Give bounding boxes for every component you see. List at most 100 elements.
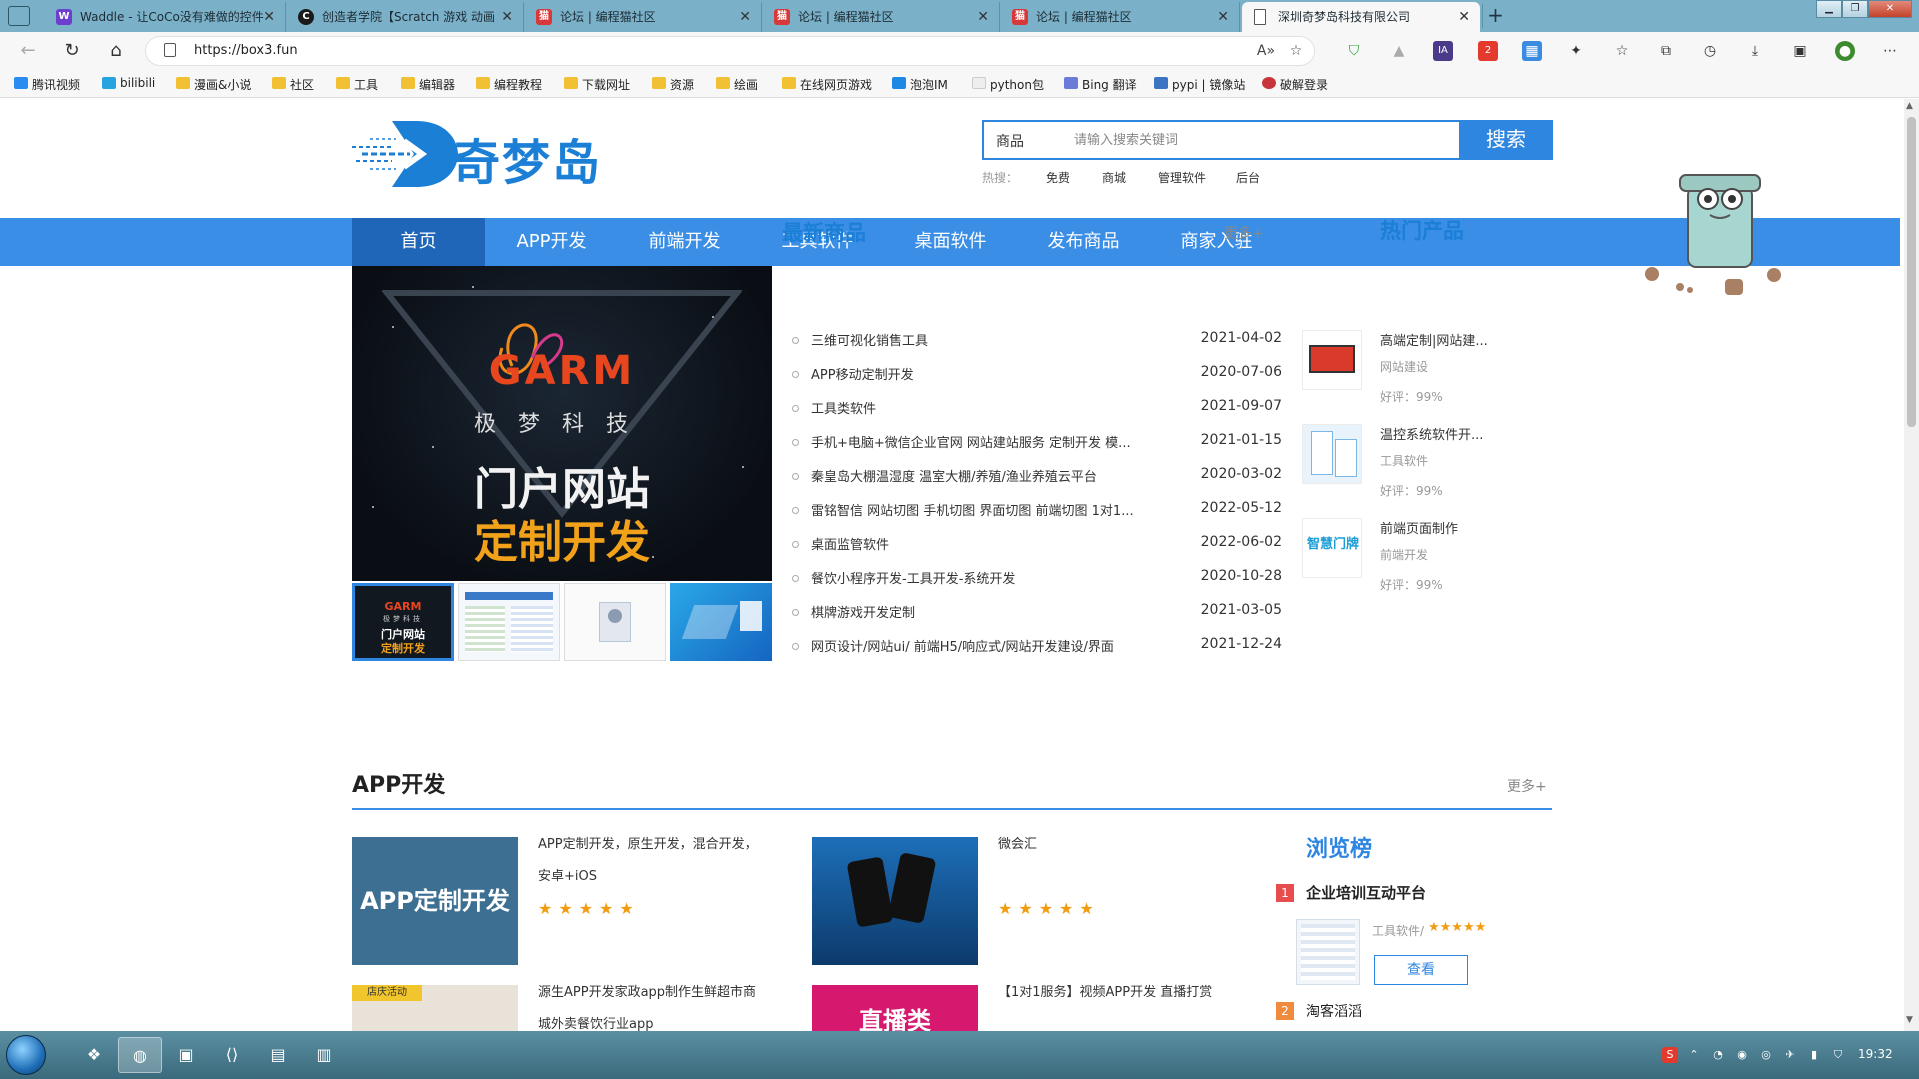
tab-forum-1[interactable]: 猫 论坛 | 编程猫社区 ✕ — [524, 2, 762, 32]
list-item[interactable]: 餐饮小程序开发-工具开发-系统开发 2020-10-28 — [792, 568, 1282, 596]
rank-item-name[interactable]: 淘客滔滔 — [1306, 1001, 1362, 1021]
bookmark-item[interactable]: pypi | 镜像站 — [1154, 76, 1245, 93]
history-icon[interactable]: ◷ — [1700, 41, 1720, 61]
app-d-icon[interactable]: ▤ — [256, 1037, 300, 1073]
url-text[interactable]: https://box3.fun — [194, 43, 298, 58]
sogou-ime-icon[interactable]: S — [1662, 1047, 1678, 1063]
hot-search-link[interactable]: 商城 — [1102, 169, 1126, 186]
maximize-button[interactable]: ❐ — [1842, 0, 1868, 18]
search-input[interactable] — [1074, 122, 1459, 158]
tab-actions-icon[interactable] — [8, 6, 30, 26]
close-icon[interactable]: ✕ — [501, 2, 513, 32]
download-icon[interactable]: ⤓ — [1745, 41, 1765, 61]
nav-app-dev[interactable]: APP开发 — [485, 218, 618, 266]
card-image[interactable] — [812, 837, 978, 965]
app-icon[interactable]: ▥ — [302, 1037, 346, 1073]
list-item[interactable]: 工具类软件 2021-09-07 — [792, 398, 1282, 426]
search-button[interactable]: 搜索 — [1459, 120, 1553, 160]
rank-item-name[interactable]: 企业培训互动平台 — [1306, 882, 1426, 903]
bookmark-item[interactable]: 破解登录 — [1262, 76, 1328, 93]
hot-product-item[interactable]: 智慧门牌 前端页面制作 前端开发 好评：99% — [1302, 518, 1552, 612]
close-icon[interactable]: ✕ — [1458, 2, 1470, 32]
hot-product-item[interactable]: 高端定制|网站建... 网站建设 好评：99% — [1302, 330, 1552, 424]
hot-search-link[interactable]: 管理软件 — [1158, 169, 1206, 186]
nav-frontend[interactable]: 前端开发 — [618, 218, 751, 266]
trash-can-mascot-icon[interactable] — [1640, 159, 1800, 299]
nav-desktop[interactable]: 桌面软件 — [884, 218, 1017, 266]
explorer-icon[interactable]: ❖ — [72, 1037, 116, 1073]
list-item[interactable]: APP移动定制开发 2020-07-06 — [792, 364, 1282, 392]
start-button[interactable] — [6, 1035, 46, 1075]
bookmark-item[interactable]: bilibili — [102, 76, 155, 90]
tab-forum-2[interactable]: 猫 论坛 | 编程猫社区 ✕ — [762, 2, 1000, 32]
close-icon[interactable]: ✕ — [739, 2, 751, 32]
close-window-button[interactable]: ✕ — [1868, 0, 1912, 18]
app-section-more-link[interactable]: 更多+ — [1507, 776, 1547, 796]
page-info-icon[interactable] — [164, 43, 176, 57]
more-menu-icon[interactable]: ⋯ — [1880, 41, 1900, 61]
tray-app-icon[interactable]: ✈ — [1782, 1047, 1798, 1063]
thumbnail-3[interactable] — [564, 583, 666, 661]
card-title[interactable]: 【1对1服务】视频APP开发 直播打赏 — [998, 977, 1228, 1009]
performance-icon[interactable]: ▣ — [1790, 41, 1810, 61]
nav-publish[interactable]: 发布商品 — [1017, 218, 1150, 266]
bookmark-folder[interactable]: 在线网页游戏 — [782, 76, 872, 93]
list-item[interactable]: 桌面监管软件 2022-06-02 — [792, 534, 1282, 562]
bookmark-item[interactable]: Bing 翻译 — [1064, 76, 1137, 93]
card-title[interactable]: 源生APP开发家政app制作生鲜超市商城外卖餐饮行业app — [538, 977, 768, 1031]
tray-app-icon[interactable]: ◎ — [1758, 1047, 1774, 1063]
address-bar[interactable]: https://box3.fun A» ☆ — [145, 36, 1315, 66]
notification-extension-icon[interactable]: 2 — [1478, 41, 1498, 61]
tray-app-icon[interactable]: ◔ — [1710, 1047, 1726, 1063]
tab-forum-3[interactable]: 猫 论坛 | 编程猫社区 ✕ — [1000, 2, 1240, 32]
search-category[interactable]: 商品 — [996, 131, 1024, 151]
bookmark-folder[interactable]: 漫画&小说 — [176, 76, 251, 93]
bookmark-item[interactable]: 腾讯视频 — [14, 76, 80, 93]
bookmark-folder[interactable]: 编辑器 — [401, 76, 455, 93]
favorites-icon[interactable]: ☆ — [1612, 41, 1632, 61]
edge-icon[interactable]: ◍ — [118, 1037, 162, 1073]
list-item[interactable]: 秦皇岛大棚温湿度 温室大棚/养殖/渔业养殖云平台 2020-03-02 — [792, 466, 1282, 494]
hot-search-link[interactable]: 后台 — [1236, 169, 1260, 186]
thumbnail-4[interactable] — [670, 583, 772, 661]
rank-thumbnail[interactable] — [1296, 919, 1360, 985]
list-item[interactable]: 网页设计/网站ui/ 前端H5/响应式/网站开发建设/界面 2021-12-24 — [792, 636, 1282, 664]
network-icon[interactable]: ▮ — [1806, 1047, 1822, 1063]
extension-icon[interactable]: ▲ — [1389, 41, 1409, 61]
bookmark-folder[interactable]: 下载网址 — [564, 76, 630, 93]
card-title[interactable]: 微会汇 — [998, 829, 1228, 861]
list-item[interactable]: 棋牌游戏开发定制 2021-03-05 — [792, 602, 1282, 630]
card-title[interactable]: APP定制开发，原生开发，混合开发，安卓+iOS — [538, 829, 768, 893]
security-icon[interactable]: ⛉ — [1830, 1047, 1846, 1063]
back-arrow-icon[interactable]: ← — [16, 40, 40, 64]
tab-qimengdao[interactable]: 深圳奇梦岛科技有限公司 ✕ — [1242, 2, 1480, 32]
site-logo[interactable]: 奇梦岛 — [352, 119, 612, 191]
read-aloud-icon[interactable]: A» — [1256, 41, 1276, 61]
nav-home[interactable]: 首页 — [352, 218, 485, 266]
thumbnail-1[interactable]: GARM 极梦科技 门户网站 定制开发 — [352, 583, 454, 661]
pycharm-icon[interactable]: ▣ — [164, 1037, 208, 1073]
refresh-icon[interactable]: ↻ — [60, 40, 84, 64]
latest-more-link[interactable]: 更多+ — [1224, 223, 1264, 243]
scroll-down-icon[interactable]: ▼ — [1906, 1015, 1913, 1025]
ia-extension-icon[interactable]: IA — [1433, 41, 1453, 61]
card-image[interactable]: 店庆活动 — [352, 985, 518, 1031]
image-extension-icon[interactable]: ▦ — [1522, 41, 1542, 61]
shield-icon[interactable]: ⛉ — [1344, 41, 1364, 61]
close-icon[interactable]: ✕ — [977, 2, 989, 32]
hot-product-item[interactable]: 温控系统软件开... 工具软件 好评：99% — [1302, 424, 1552, 518]
bookmark-folder[interactable]: 编程教程 — [476, 76, 542, 93]
tray-expand-icon[interactable]: ⌃ — [1686, 1047, 1702, 1063]
home-icon[interactable]: ⌂ — [104, 40, 128, 64]
view-button[interactable]: 查看 — [1374, 955, 1468, 985]
scroll-up-icon[interactable]: ▲ — [1906, 101, 1913, 111]
bookmark-folder[interactable]: 社区 — [272, 76, 314, 93]
add-favorite-icon[interactable]: ☆ — [1286, 41, 1306, 61]
close-icon[interactable]: ✕ — [263, 2, 275, 32]
clock[interactable]: 19:32 — [1858, 1047, 1893, 1061]
close-icon[interactable]: ✕ — [1217, 2, 1229, 32]
puzzle-icon[interactable]: ✦ — [1566, 41, 1586, 61]
tray-app-icon[interactable]: ◉ — [1734, 1047, 1750, 1063]
bookmark-folder[interactable]: 资源 — [652, 76, 694, 93]
hot-search-link[interactable]: 免费 — [1046, 169, 1070, 186]
